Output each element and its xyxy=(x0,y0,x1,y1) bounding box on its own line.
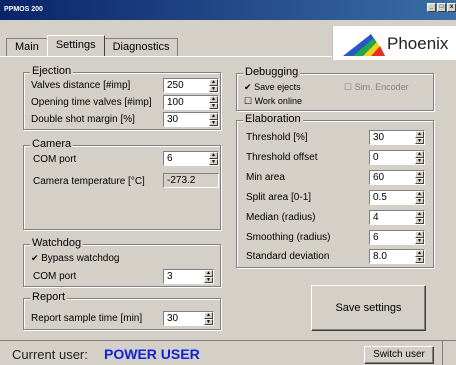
close-button[interactable]: x xyxy=(447,3,456,12)
spin-down-icon[interactable]: ▼ xyxy=(209,102,218,109)
logo-text: Phoenix xyxy=(387,34,449,53)
smoothing-value[interactable]: 6 xyxy=(373,231,379,244)
smoothing-stepper[interactable]: 6 ▲ ▼ xyxy=(369,230,425,245)
elaboration-title: Elaboration xyxy=(243,113,303,125)
tab-settings[interactable]: Settings xyxy=(46,35,105,56)
spin-down-icon[interactable]: ▼ xyxy=(209,85,218,92)
double-shot-label: Double shot margin [%] xyxy=(31,114,135,125)
spin-down-icon[interactable]: ▼ xyxy=(209,119,218,126)
double-shot-value[interactable]: 30 xyxy=(167,113,178,126)
spin-down-icon[interactable]: ▼ xyxy=(415,256,424,263)
opening-time-stepper[interactable]: 100 ▲ ▼ xyxy=(163,95,219,110)
checkmark-icon: ✔ xyxy=(31,253,39,263)
min-area-value[interactable]: 60 xyxy=(373,171,384,184)
threshold-label: Threshold [%] xyxy=(246,132,308,143)
spin-down-icon[interactable]: ▼ xyxy=(415,157,424,164)
watchdog-com-value[interactable]: 3 xyxy=(167,270,173,283)
median-value[interactable]: 4 xyxy=(373,211,379,224)
std-deviation-value[interactable]: 8.0 xyxy=(373,250,387,263)
camera-title: Camera xyxy=(30,138,74,150)
min-area-stepper[interactable]: 60 ▲ ▼ xyxy=(369,170,425,185)
report-sample-stepper[interactable]: 30 ▲ ▼ xyxy=(163,311,214,326)
bypass-watchdog-label: Bypass watchdog xyxy=(41,253,120,264)
threshold-offset-label: Threshold offset xyxy=(246,152,318,163)
watchdog-title: Watchdog xyxy=(30,237,84,249)
current-user-label: Current user: xyxy=(12,347,88,362)
valves-distance-value[interactable]: 250 xyxy=(167,79,184,92)
save-settings-button[interactable]: Save settings xyxy=(311,285,426,331)
split-area-value[interactable]: 0.5 xyxy=(373,191,387,204)
watchdog-com-label: COM port xyxy=(33,271,77,282)
save-ejects-label: Save ejects xyxy=(254,82,301,92)
spin-down-icon[interactable]: ▼ xyxy=(209,158,218,165)
debugging-title: Debugging xyxy=(243,66,301,78)
smoothing-label: Smoothing (radius) xyxy=(246,232,331,243)
spin-down-icon[interactable]: ▼ xyxy=(204,318,213,325)
minimize-button[interactable]: _ xyxy=(427,3,436,12)
threshold-value[interactable]: 30 xyxy=(373,131,384,144)
camera-temperature-label: Camera temperature [°C] xyxy=(33,176,145,187)
maximize-button[interactable]: □ xyxy=(437,3,446,12)
title-bar: PPMOS 200 _ □ x xyxy=(0,0,456,20)
std-deviation-stepper[interactable]: 8.0 ▲ ▼ xyxy=(369,249,425,264)
split-area-stepper[interactable]: 0.5 ▲ ▼ xyxy=(369,190,425,205)
checkbox-icon: ☐ xyxy=(244,96,253,106)
median-stepper[interactable]: 4 ▲ ▼ xyxy=(369,210,425,225)
watchdog-com-stepper[interactable]: 3 ▲ ▼ xyxy=(163,269,214,284)
split-area-label: Split area [0-1] xyxy=(246,192,312,203)
spin-down-icon[interactable]: ▼ xyxy=(204,276,213,283)
camera-temperature-value: -273.2 xyxy=(163,173,219,188)
spin-down-icon[interactable]: ▼ xyxy=(415,217,424,224)
phoenix-logo: Phoenix xyxy=(332,26,456,60)
status-separator xyxy=(442,341,443,365)
spin-down-icon[interactable]: ▼ xyxy=(415,197,424,204)
status-divider xyxy=(0,340,456,341)
switch-user-button[interactable]: Switch user xyxy=(364,346,434,364)
opening-time-label: Opening time valves [#imp] xyxy=(31,97,152,108)
checkmark-icon: ✔ xyxy=(244,82,252,92)
median-label: Median (radius) xyxy=(246,212,316,223)
current-user-value: POWER USER xyxy=(104,346,200,362)
threshold-offset-stepper[interactable]: 0 ▲ ▼ xyxy=(369,150,425,165)
tab-bar: Main Settings Diagnostics xyxy=(6,35,179,56)
double-shot-stepper[interactable]: 30 ▲ ▼ xyxy=(163,112,219,127)
work-online-checkbox[interactable]: ☐ Work online xyxy=(244,96,302,107)
spin-down-icon[interactable]: ▼ xyxy=(415,237,424,244)
report-sample-label: Report sample time [min] xyxy=(31,313,143,324)
valves-distance-stepper[interactable]: 250 ▲ ▼ xyxy=(163,78,219,93)
phoenix-logo-icon xyxy=(343,34,385,56)
std-deviation-label: Standard deviation xyxy=(246,251,330,262)
tab-diagnostics[interactable]: Diagnostics xyxy=(103,38,179,56)
camera-com-label: COM port xyxy=(33,154,77,165)
camera-com-stepper[interactable]: 6 ▲ ▼ xyxy=(163,151,219,166)
camera-com-value[interactable]: 6 xyxy=(167,152,173,165)
threshold-stepper[interactable]: 30 ▲ ▼ xyxy=(369,130,425,145)
opening-time-value[interactable]: 100 xyxy=(167,96,184,109)
tab-main[interactable]: Main xyxy=(6,38,48,56)
checkbox-icon: ☐ xyxy=(344,82,353,92)
sim-encoder-checkbox[interactable]: ☐ Sim. Encoder xyxy=(344,82,409,93)
spin-down-icon[interactable]: ▼ xyxy=(415,137,424,144)
app-window: PPMOS 200 _ □ x Main Settings Diagnostic… xyxy=(0,0,456,365)
threshold-offset-value[interactable]: 0 xyxy=(373,151,379,164)
sim-encoder-label: Sim. Encoder xyxy=(354,82,409,92)
min-area-label: Min area xyxy=(246,172,285,183)
report-title: Report xyxy=(30,291,68,303)
work-online-label: Work online xyxy=(254,96,302,106)
report-sample-value[interactable]: 30 xyxy=(167,312,178,325)
bypass-watchdog-checkbox[interactable]: ✔ Bypass watchdog xyxy=(31,253,119,264)
spin-down-icon[interactable]: ▼ xyxy=(415,177,424,184)
valves-distance-label: Valves distance [#imp] xyxy=(31,80,131,91)
ejection-title: Ejection xyxy=(30,65,74,77)
save-ejects-checkbox[interactable]: ✔ Save ejects xyxy=(244,82,301,93)
window-title: PPMOS 200 xyxy=(4,6,43,13)
